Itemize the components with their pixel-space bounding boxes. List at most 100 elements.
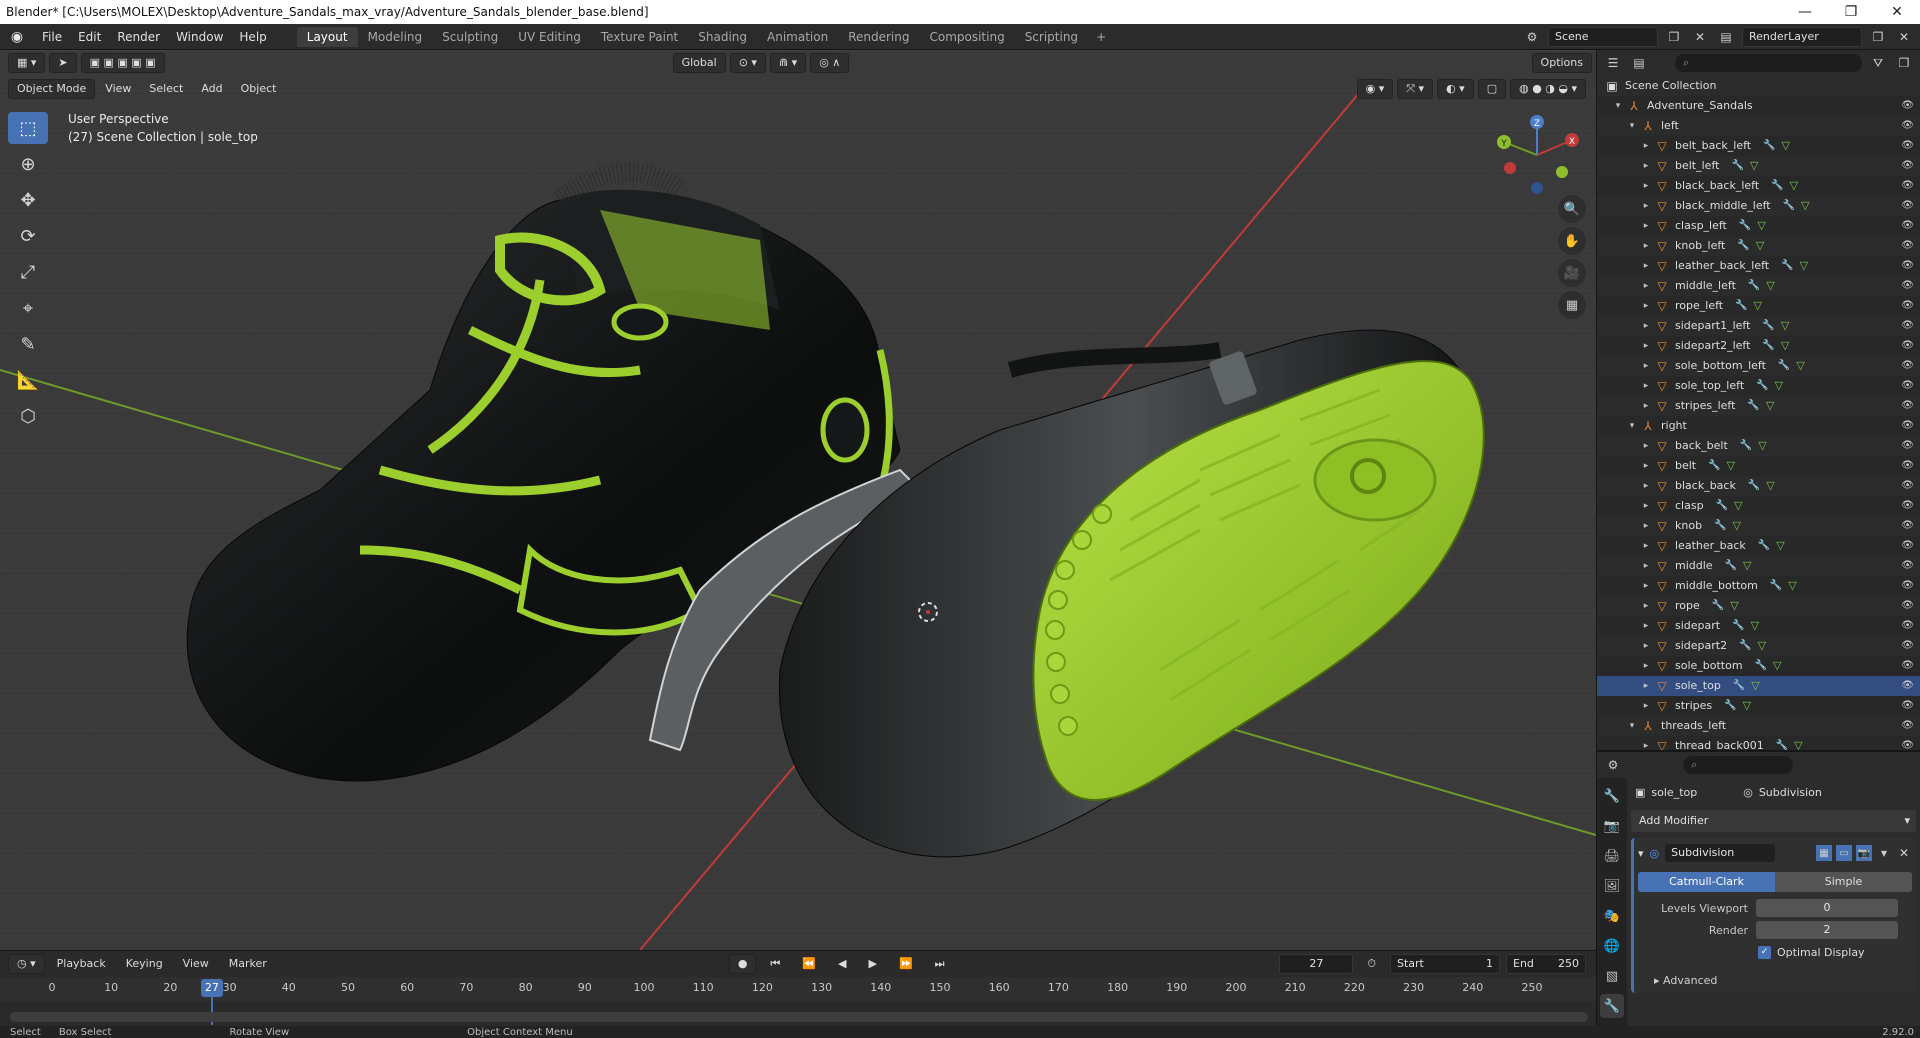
outliner-search-input[interactable]: ⌕ xyxy=(1675,54,1862,72)
collapsed-arrow-icon[interactable]: ▸ xyxy=(1639,636,1653,656)
outliner-object-row[interactable]: ▸ ▽ belt_back_left 🔧 ▽ 👁 xyxy=(1597,136,1920,156)
remove-modifier-icon[interactable]: ✕ xyxy=(1896,845,1912,861)
mesh-data-icon[interactable]: ▽ xyxy=(1766,476,1774,496)
outliner-object-row[interactable]: ▸ ▽ knob_left 🔧 ▽ 👁 xyxy=(1597,236,1920,256)
visibility-eye-icon[interactable]: 👁 xyxy=(1901,516,1914,536)
visibility-eye-icon[interactable]: 👁 xyxy=(1901,176,1914,196)
collapsed-arrow-icon[interactable]: ▸ xyxy=(1639,736,1653,750)
wrench-icon[interactable]: 🔧 xyxy=(1770,576,1782,596)
wrench-icon[interactable]: 🔧 xyxy=(1771,176,1783,196)
menu-help[interactable]: Help xyxy=(231,24,274,50)
mesh-data-icon[interactable]: ▽ xyxy=(1733,516,1741,536)
start-frame-field[interactable]: Start 1 xyxy=(1390,954,1500,974)
collapsed-arrow-icon[interactable]: ▸ xyxy=(1639,556,1653,576)
scale-tool-icon[interactable]: ⤢ xyxy=(8,256,48,288)
wrench-icon[interactable]: 🔧 xyxy=(1747,396,1759,416)
wrench-icon[interactable]: 🔧 xyxy=(1739,636,1751,656)
tab-layout[interactable]: Layout xyxy=(296,26,358,47)
visibility-eye-icon[interactable]: 👁 xyxy=(1901,236,1914,256)
mesh-data-icon[interactable]: ▽ xyxy=(1766,276,1774,296)
mesh-data-icon[interactable]: ▽ xyxy=(1751,676,1759,696)
new-collection-icon[interactable]: ❐ xyxy=(1894,53,1914,73)
object-tab-icon[interactable]: ▧ xyxy=(1600,964,1624,988)
mesh-data-icon[interactable]: ▽ xyxy=(1775,376,1783,396)
viewport-menu-add[interactable]: Add xyxy=(193,79,230,99)
menu-window[interactable]: Window xyxy=(168,24,231,50)
visibility-eye-icon[interactable]: 👁 xyxy=(1901,136,1914,156)
mesh-data-icon[interactable]: ▽ xyxy=(1790,176,1798,196)
outliner-object-row[interactable]: ▸ ▽ belt 🔧 ▽ 👁 xyxy=(1597,456,1920,476)
snap-toggle[interactable]: ⋒ ▾ xyxy=(769,53,807,73)
scene-tab-icon[interactable]: 🎭 xyxy=(1600,904,1624,928)
outliner-object-row[interactable]: ▸ ▽ knob 🔧 ▽ 👁 xyxy=(1597,516,1920,536)
edit-mode-toggle-icon[interactable]: ▦ xyxy=(1816,845,1832,861)
outliner-object-row[interactable]: ▸ ▽ sidepart2 🔧 ▽ 👁 xyxy=(1597,636,1920,656)
mesh-data-icon[interactable]: ▽ xyxy=(1776,536,1784,556)
outliner-object-row[interactable]: ▸ ▽ back_belt 🔧 ▽ 👁 xyxy=(1597,436,1920,456)
navigation-gizmo[interactable]: Z X Y xyxy=(1492,110,1582,200)
outliner-object-row[interactable]: ▸ ▽ middle_left 🔧 ▽ 👁 xyxy=(1597,276,1920,296)
selection-mode-buttons[interactable]: ▣ ▣ ▣ ▣ ▣ xyxy=(80,53,165,73)
mesh-data-icon[interactable]: ▽ xyxy=(1734,496,1742,516)
outliner-object-row[interactable]: ▸ ▽ sole_bottom 🔧 ▽ 👁 xyxy=(1597,656,1920,676)
tab-compositing[interactable]: Compositing xyxy=(919,27,1014,47)
modifier-name-field[interactable]: Subdivision xyxy=(1665,844,1776,862)
wrench-icon[interactable]: 🔧 xyxy=(1725,556,1737,576)
blender-logo-icon[interactable]: ◉ xyxy=(0,24,34,50)
visibility-eye-icon[interactable]: 👁 xyxy=(1901,436,1914,456)
wrench-icon[interactable]: 🔧 xyxy=(1776,736,1788,750)
mesh-data-icon[interactable]: ▽ xyxy=(1788,576,1796,596)
menu-render[interactable]: Render xyxy=(109,24,168,50)
wrench-icon[interactable]: 🔧 xyxy=(1762,316,1774,336)
outliner-object-row[interactable]: ▸ ▽ black_back_left 🔧 ▽ 👁 xyxy=(1597,176,1920,196)
collapsed-arrow-icon[interactable]: ▸ xyxy=(1639,236,1653,256)
wrench-icon[interactable]: 🔧 xyxy=(1712,596,1724,616)
end-frame-field[interactable]: End 250 xyxy=(1506,954,1586,974)
collapsed-arrow-icon[interactable]: ▸ xyxy=(1639,616,1653,636)
tool-tab-icon[interactable]: 🔧 xyxy=(1600,784,1624,808)
tab-sculpting[interactable]: Sculpting xyxy=(432,27,508,47)
annotate-tool-icon[interactable]: ✎ xyxy=(8,328,48,360)
outliner-object-row[interactable]: ▸ ▽ clasp_left 🔧 ▽ 👁 xyxy=(1597,216,1920,236)
visibility-eye-icon[interactable]: 👁 xyxy=(1901,116,1914,136)
collapsed-arrow-icon[interactable]: ▸ xyxy=(1639,576,1653,596)
pan-hand-icon[interactable]: ✋ xyxy=(1558,227,1586,255)
collapsed-arrow-icon[interactable]: ▸ xyxy=(1639,696,1653,716)
modifier-menu-icon[interactable]: ▾ xyxy=(1876,845,1892,861)
outliner-parent-row[interactable]: ▾ ⅄ threads_left 👁 xyxy=(1597,716,1920,736)
collapsed-arrow-icon[interactable]: ▸ xyxy=(1639,396,1653,416)
visibility-eye-icon[interactable]: 👁 xyxy=(1901,676,1914,696)
outliner-object-row[interactable]: ▸ ▽ middle_bottom 🔧 ▽ 👁 xyxy=(1597,576,1920,596)
mesh-data-icon[interactable]: ▽ xyxy=(1756,236,1764,256)
outliner-object-row[interactable]: ▸ ▽ stripes 🔧 ▽ 👁 xyxy=(1597,696,1920,716)
wrench-icon[interactable]: 🔧 xyxy=(1731,156,1743,176)
scene-collection-row[interactable]: ▣ Scene Collection xyxy=(1597,76,1920,96)
scene-icon[interactable]: ⚙ xyxy=(1522,27,1542,47)
add-workspace-button[interactable]: + xyxy=(1088,30,1114,44)
wrench-icon[interactable]: 🔧 xyxy=(1739,216,1751,236)
collapsed-arrow-icon[interactable]: ▸ xyxy=(1639,136,1653,156)
visibility-eye-icon[interactable]: 👁 xyxy=(1901,716,1914,736)
collapsed-arrow-icon[interactable]: ▸ xyxy=(1639,456,1653,476)
visibility-eye-icon[interactable]: 👁 xyxy=(1901,616,1914,636)
properties-search-input[interactable]: ⌕ xyxy=(1683,756,1793,774)
mesh-data-icon[interactable]: ▽ xyxy=(1754,296,1762,316)
timeline-menu-keying[interactable]: Keying xyxy=(118,954,171,974)
play-icon[interactable]: ▶ xyxy=(861,954,885,974)
wrench-icon[interactable]: 🔧 xyxy=(1724,696,1736,716)
menu-file[interactable]: File xyxy=(34,24,70,50)
collapsed-arrow-icon[interactable]: ▸ xyxy=(1639,156,1653,176)
wrench-icon[interactable]: 🔧 xyxy=(1748,476,1760,496)
3d-viewport[interactable]: ▦ ▾ ➤ ▣ ▣ ▣ ▣ ▣ Global ⊙ ▾ ⋒ ▾ ◎ ∧ Optio… xyxy=(0,50,1596,950)
render-levels-field[interactable]: 2 xyxy=(1756,921,1898,939)
outliner-object-row[interactable]: ▸ ▽ rope_left 🔧 ▽ 👁 xyxy=(1597,296,1920,316)
modifier-tab-icon[interactable]: 🔧 xyxy=(1600,994,1624,1018)
mesh-data-icon[interactable]: ▽ xyxy=(1796,356,1804,376)
visibility-eye-icon[interactable]: 👁 xyxy=(1901,416,1914,436)
next-key-icon[interactable]: ⏩ xyxy=(891,954,921,974)
visibility-eye-icon[interactable]: 👁 xyxy=(1901,656,1914,676)
catmull-clark-button[interactable]: Catmull-Clark xyxy=(1638,872,1775,892)
tab-modeling[interactable]: Modeling xyxy=(358,27,433,47)
gizmo-toggle-icon[interactable]: ⤧ ▾ xyxy=(1397,79,1434,99)
delete-scene-icon[interactable]: ✕ xyxy=(1690,27,1710,47)
